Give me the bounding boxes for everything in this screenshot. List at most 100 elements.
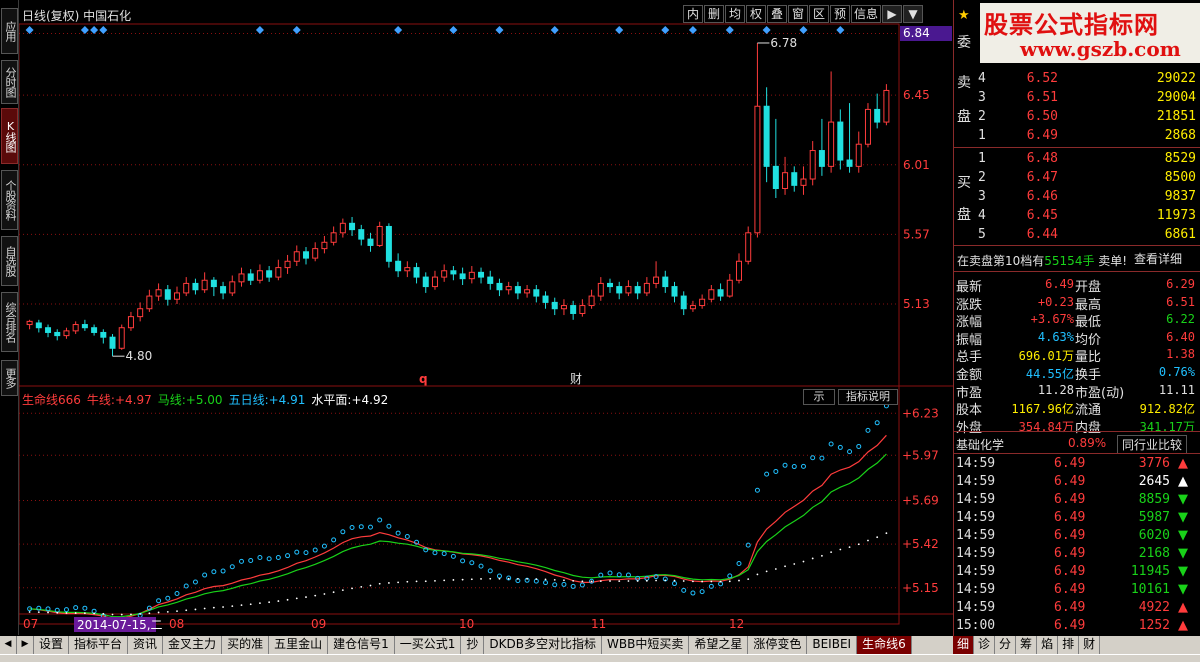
- indicator-tab[interactable]: 金叉主力: [163, 636, 223, 654]
- toolbar-button-0[interactable]: 内: [683, 5, 703, 23]
- left-nav-item-0[interactable]: 应用: [1, 8, 18, 54]
- view-detail-button[interactable]: 查看详细: [1134, 250, 1182, 267]
- candle-down: [395, 260, 402, 272]
- right-tab[interactable]: 细: [953, 636, 975, 654]
- sell-row[interactable]: 1 6.49 2868: [976, 127, 1198, 145]
- right-tab[interactable]: 焰: [1037, 636, 1059, 654]
- buy-row[interactable]: 5 6.44 6861: [976, 226, 1198, 244]
- series-shuiping-point: [249, 603, 252, 606]
- toolbar-button-8[interactable]: 信息: [851, 5, 882, 23]
- tab-scroll-right-icon[interactable]: ▶: [17, 636, 34, 654]
- price: 6.44: [1026, 227, 1058, 242]
- stat-right: 均价 6.40: [1075, 329, 1195, 348]
- series-shuiping-point: [867, 539, 869, 542]
- buy-row[interactable]: 1 6.48 8529: [976, 150, 1198, 168]
- sell-row[interactable]: 4 6.52 29022: [976, 70, 1198, 88]
- kline-chart[interactable]: 6.45 6.01 5.57 5.13 6.78 4.80 q 财 +5.15 +5.42 +5.6…: [19, 0, 953, 636]
- tick-volume: 5987: [1138, 510, 1170, 525]
- toolbar-button-5[interactable]: 窗: [788, 5, 808, 23]
- series-wuri-point: [358, 524, 364, 530]
- indicator-tab[interactable]: 资讯: [128, 636, 164, 654]
- toolbar-button-9[interactable]: ▶: [882, 5, 903, 23]
- indicator-tab[interactable]: 指标平台: [69, 636, 129, 654]
- left-nav-item-6[interactable]: 更多: [1, 360, 18, 396]
- toolbar-button-6[interactable]: 区: [809, 5, 829, 23]
- indicator-tab[interactable]: DKDB多空对比指标: [484, 636, 602, 654]
- left-nav-item-5[interactable]: 综合排名: [1, 292, 18, 352]
- right-tab[interactable]: 筹: [1016, 636, 1038, 654]
- left-nav-item-3[interactable]: 个股资料: [1, 170, 18, 230]
- series-wuri-point: [229, 564, 235, 570]
- industry-compare-button[interactable]: 同行业比较: [1117, 435, 1188, 454]
- series-shuiping-point: [47, 611, 49, 614]
- candle-up: [26, 320, 33, 326]
- toolbar-button-2[interactable]: 均: [725, 5, 745, 23]
- stat-value: 1167.96亿: [1011, 402, 1074, 417]
- sell-row[interactable]: 2 6.50 21851: [976, 108, 1198, 126]
- indicator-tab[interactable]: 五里金山: [269, 636, 329, 654]
- level: 4: [978, 208, 986, 223]
- stat-value: 354.84万: [1018, 419, 1074, 434]
- candle-down: [450, 270, 457, 275]
- indicator-tab[interactable]: 生命线6: [857, 636, 912, 654]
- series-shuiping-point: [498, 577, 501, 580]
- buy-row[interactable]: 3 6.46 9837: [976, 188, 1198, 206]
- left-nav-item-1[interactable]: 分时图: [1, 60, 18, 104]
- indicator-tab[interactable]: WBB中短买卖: [601, 636, 690, 654]
- candle-down: [35, 322, 42, 329]
- indicator-explain-button[interactable]: 指标说明: [838, 389, 898, 405]
- indicator-tab[interactable]: 建仓信号1: [328, 636, 395, 654]
- series-wuri-point: [745, 542, 751, 548]
- right-tab[interactable]: 财: [1079, 636, 1101, 654]
- series-shuiping-point: [590, 580, 593, 583]
- volume: 9837: [1164, 189, 1196, 204]
- series-shuiping-point: [83, 612, 86, 615]
- indicator-tab[interactable]: BEIBEI: [807, 636, 858, 654]
- series-wuri-point: [192, 579, 198, 585]
- sell-row[interactable]: 3 6.51 29004: [976, 89, 1198, 107]
- indicator-tab[interactable]: 设置: [34, 636, 70, 654]
- buy-row[interactable]: 2 6.47 8500: [976, 169, 1198, 187]
- series-shuiping-point: [701, 580, 704, 583]
- indicator-tab[interactable]: 抄: [461, 636, 485, 654]
- series-wuri-point: [183, 583, 189, 589]
- volume: 6861: [1164, 227, 1196, 242]
- stat-right: 最高 6.51: [1075, 294, 1195, 313]
- tick-time: 14:59: [956, 456, 996, 471]
- indicator-tab[interactable]: 买的准: [222, 636, 270, 654]
- toolbar-button-7[interactable]: 预: [830, 5, 850, 23]
- toolbar-button-4[interactable]: 叠: [767, 5, 787, 23]
- indicator-tab[interactable]: 涨停变色: [748, 636, 808, 654]
- series-shuiping-point: [627, 580, 630, 582]
- indicator-legend: 生命线666 牛线:+4.97 马线:+5.00 五日线:+4.91 水平面:+4.92: [22, 391, 388, 408]
- buy-row[interactable]: 4 6.45 11973: [976, 207, 1198, 225]
- candle-up: [735, 260, 742, 281]
- candle-down: [247, 273, 254, 281]
- series-wuri-point: [579, 582, 585, 588]
- signal-diamond-icon: [836, 26, 845, 34]
- series-wuri-point: [321, 543, 327, 549]
- price-axis-label: 6.45: [903, 88, 930, 102]
- right-tab[interactable]: 诊: [974, 636, 996, 654]
- toolbar-button-1[interactable]: 删: [704, 5, 724, 23]
- left-nav-item-4[interactable]: 自选股: [1, 236, 18, 286]
- stat-key: 振幅: [956, 332, 983, 348]
- right-tab[interactable]: 分: [995, 636, 1017, 654]
- candle-down: [220, 286, 227, 294]
- indicator-show-button[interactable]: 示: [803, 389, 835, 405]
- favorite-star-icon[interactable]: ★: [958, 8, 970, 23]
- stat-key: 金额: [956, 368, 983, 383]
- indicator-tab[interactable]: 希望之星: [689, 636, 749, 654]
- series-wuri-point: [432, 550, 438, 556]
- right-tab[interactable]: 排: [1058, 636, 1080, 654]
- series-shuiping-point: [516, 577, 519, 580]
- tick-row: 14:59 6.49 3776 ▲: [956, 456, 1196, 474]
- indicator-tab[interactable]: 一买公式1: [394, 636, 462, 654]
- indicator-name: 生命线666: [22, 393, 81, 407]
- toolbar-button-3[interactable]: 权: [746, 5, 766, 23]
- left-nav-item-2[interactable]: K线图: [1, 108, 18, 164]
- series-shuiping-point: [535, 578, 538, 580]
- series-shuiping-point: [314, 594, 317, 597]
- tab-scroll-left-icon[interactable]: ◀: [0, 636, 17, 654]
- toolbar-button-10[interactable]: ▼: [903, 5, 924, 23]
